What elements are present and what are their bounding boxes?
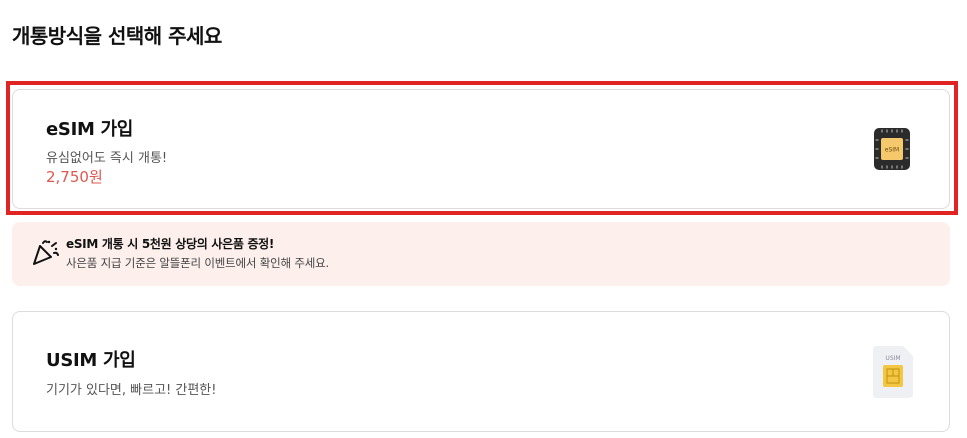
usim-option-description: 기기가 있다면, 빠르고! 간편한!: [46, 383, 217, 398]
promo-title: eSIM 개통 시 5천원 상당의 사은품 증정!: [66, 237, 275, 251]
party-popper-icon: [33, 240, 59, 265]
promo-banner: eSIM 개통 시 5천원 상당의 사은품 증정! 사은품 지급 기준은 알뜰폰…: [12, 222, 950, 286]
usim-card-label: USIM: [885, 355, 900, 362]
selection-highlight: [6, 81, 958, 215]
usim-card-icon: USIM: [873, 346, 913, 398]
usim-option-card[interactable]: USIM 가입 기기가 있다면, 빠르고! 간편한! USIM: [12, 311, 950, 432]
page-title: 개통방식을 선택해 주세요: [12, 24, 222, 48]
promo-description: 사은품 지급 기준은 알뜰폰리 이벤트에서 확인해 주세요.: [66, 256, 329, 270]
usim-option-title: USIM 가입: [46, 350, 136, 371]
